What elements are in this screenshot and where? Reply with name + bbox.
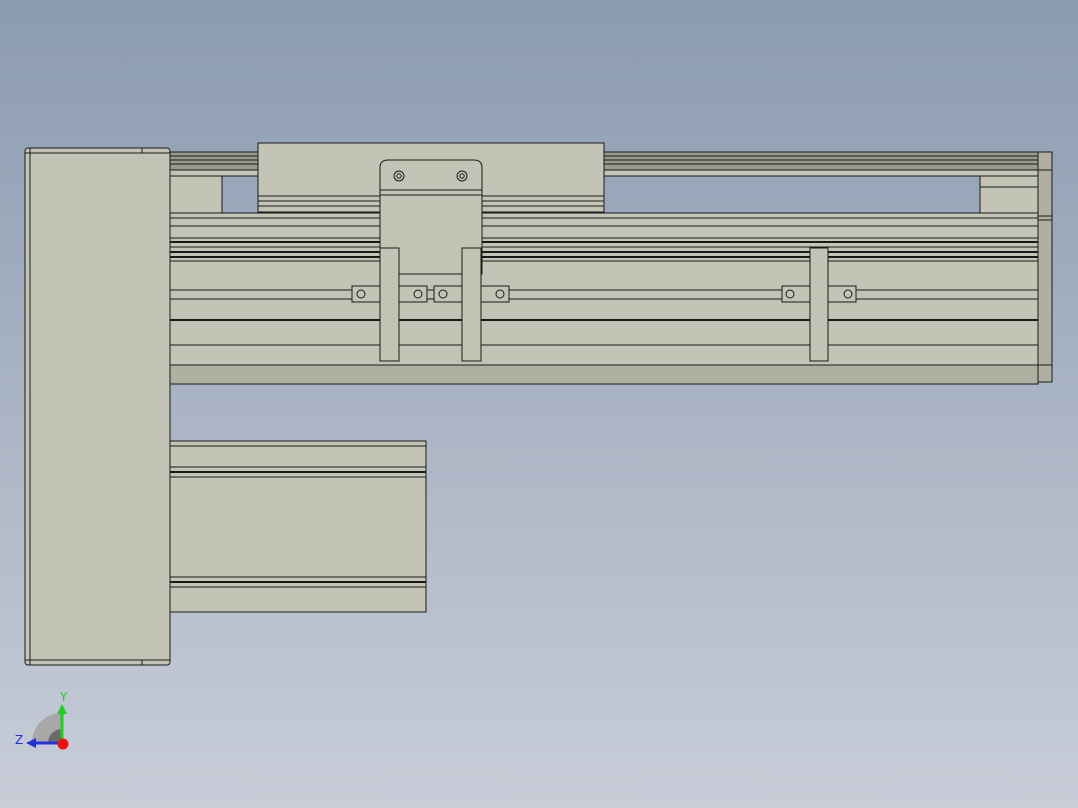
bracket-leg <box>809 247 829 362</box>
right-rail-block <box>979 175 1039 215</box>
left-rail-block <box>169 175 223 215</box>
end-cap[interactable] <box>1037 151 1053 383</box>
x-axis-dot-icon <box>57 738 69 750</box>
left-end-plate[interactable] <box>24 147 171 666</box>
cad-viewport[interactable]: Y Z <box>0 0 1078 808</box>
lower-extrusion[interactable] <box>169 440 427 613</box>
y-axis-label: Y <box>59 690 68 704</box>
main-extrusion[interactable] <box>169 212 1039 385</box>
z-axis-label: Z <box>15 733 23 747</box>
bracket-leg <box>379 247 400 362</box>
cad-model-view[interactable]: Y Z <box>0 0 1078 808</box>
bracket-leg <box>461 247 482 362</box>
